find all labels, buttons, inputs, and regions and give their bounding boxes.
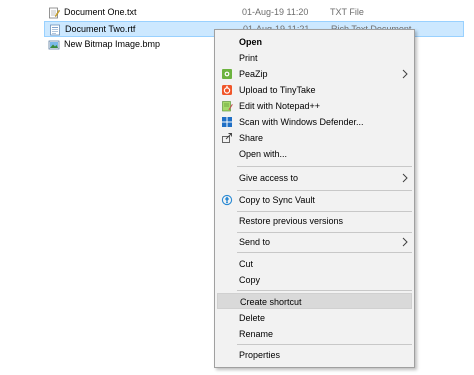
menu-item-share[interactable]: Share xyxy=(217,130,412,146)
file-type: TXT File xyxy=(330,7,364,17)
chevron-right-icon xyxy=(402,237,408,247)
peazip-icon xyxy=(222,69,232,79)
menu-separator xyxy=(237,344,412,345)
menu-item-label: Upload to TinyTake xyxy=(239,85,316,95)
menu-item-give-access[interactable]: Give access to xyxy=(217,170,412,186)
menu-item-properties[interactable]: Properties xyxy=(217,347,412,363)
menu-item-label: Print xyxy=(239,53,258,63)
menu-separator xyxy=(237,252,412,253)
notepadpp-icon xyxy=(222,101,233,112)
menu-item-delete[interactable]: Delete xyxy=(217,310,412,326)
menu-item-label: Edit with Notepad++ xyxy=(239,101,321,111)
menu-item-label: Rename xyxy=(239,329,274,339)
file-name: Document Two.rtf xyxy=(65,24,136,34)
menu-item-label: Cut xyxy=(239,259,254,269)
chevron-right-icon xyxy=(402,173,408,183)
file-name: Document One.txt xyxy=(64,7,137,17)
defender-icon xyxy=(222,117,232,127)
menu-item-label: PeaZip xyxy=(239,69,268,79)
file-name: New Bitmap Image.bmp xyxy=(64,39,161,49)
menu-item-label: Properties xyxy=(239,350,281,360)
chevron-right-icon xyxy=(402,69,408,79)
text-file-icon xyxy=(49,7,60,19)
menu-separator xyxy=(237,290,412,291)
share-icon xyxy=(222,133,232,143)
menu-item-edit-notepadpp[interactable]: Edit with Notepad++ xyxy=(217,98,412,114)
menu-item-label: Scan with Windows Defender... xyxy=(239,117,364,127)
menu-item-upload-tinytake[interactable]: Upload to TinyTake xyxy=(217,82,412,98)
menu-separator xyxy=(237,232,412,233)
menu-item-create-shortcut[interactable]: Create shortcut xyxy=(217,293,412,309)
menu-item-print[interactable]: Print xyxy=(217,50,412,66)
menu-separator xyxy=(237,211,412,212)
menu-item-cut[interactable]: Cut xyxy=(217,256,412,272)
menu-item-restore-previous-versions[interactable]: Restore previous versions xyxy=(217,213,412,229)
file-date: 01-Aug-19 11:20 xyxy=(242,7,309,17)
menu-item-copy-sync-vault[interactable]: Copy to Sync Vault xyxy=(217,192,412,208)
menu-item-label: Share xyxy=(239,133,264,143)
rtf-file-icon xyxy=(50,24,60,36)
menu-item-label: Open xyxy=(239,37,263,47)
menu-item-label: Copy to Sync Vault xyxy=(239,195,315,205)
menu-item-rename[interactable]: Rename xyxy=(217,326,412,342)
menu-item-send-to[interactable]: Send to xyxy=(217,234,412,250)
menu-separator xyxy=(237,190,412,191)
menu-item-open[interactable]: Open xyxy=(217,34,412,50)
file-row-document-one[interactable]: Document One.txt 01-Aug-19 11:20 TXT Fil… xyxy=(44,5,464,21)
menu-separator xyxy=(237,166,412,167)
menu-item-label: Create shortcut xyxy=(240,297,302,307)
menu-item-label: Copy xyxy=(239,275,261,285)
menu-item-label: Give access to xyxy=(239,173,299,183)
sync-vault-icon xyxy=(221,194,233,206)
menu-item-label: Open with... xyxy=(239,149,288,159)
tinytake-icon xyxy=(222,85,232,95)
menu-item-copy[interactable]: Copy xyxy=(217,272,412,288)
menu-item-label: Delete xyxy=(239,313,266,323)
bitmap-file-icon xyxy=(48,40,60,50)
menu-item-label: Send to xyxy=(239,237,271,247)
menu-item-label: Restore previous versions xyxy=(239,216,344,226)
menu-item-open-with[interactable]: Open with... xyxy=(217,146,412,162)
menu-item-peazip[interactable]: PeaZip xyxy=(217,66,412,82)
context-menu: Open Print PeaZip Upload to TinyTake Edi… xyxy=(214,29,415,368)
menu-item-scan-defender[interactable]: Scan with Windows Defender... xyxy=(217,114,412,130)
